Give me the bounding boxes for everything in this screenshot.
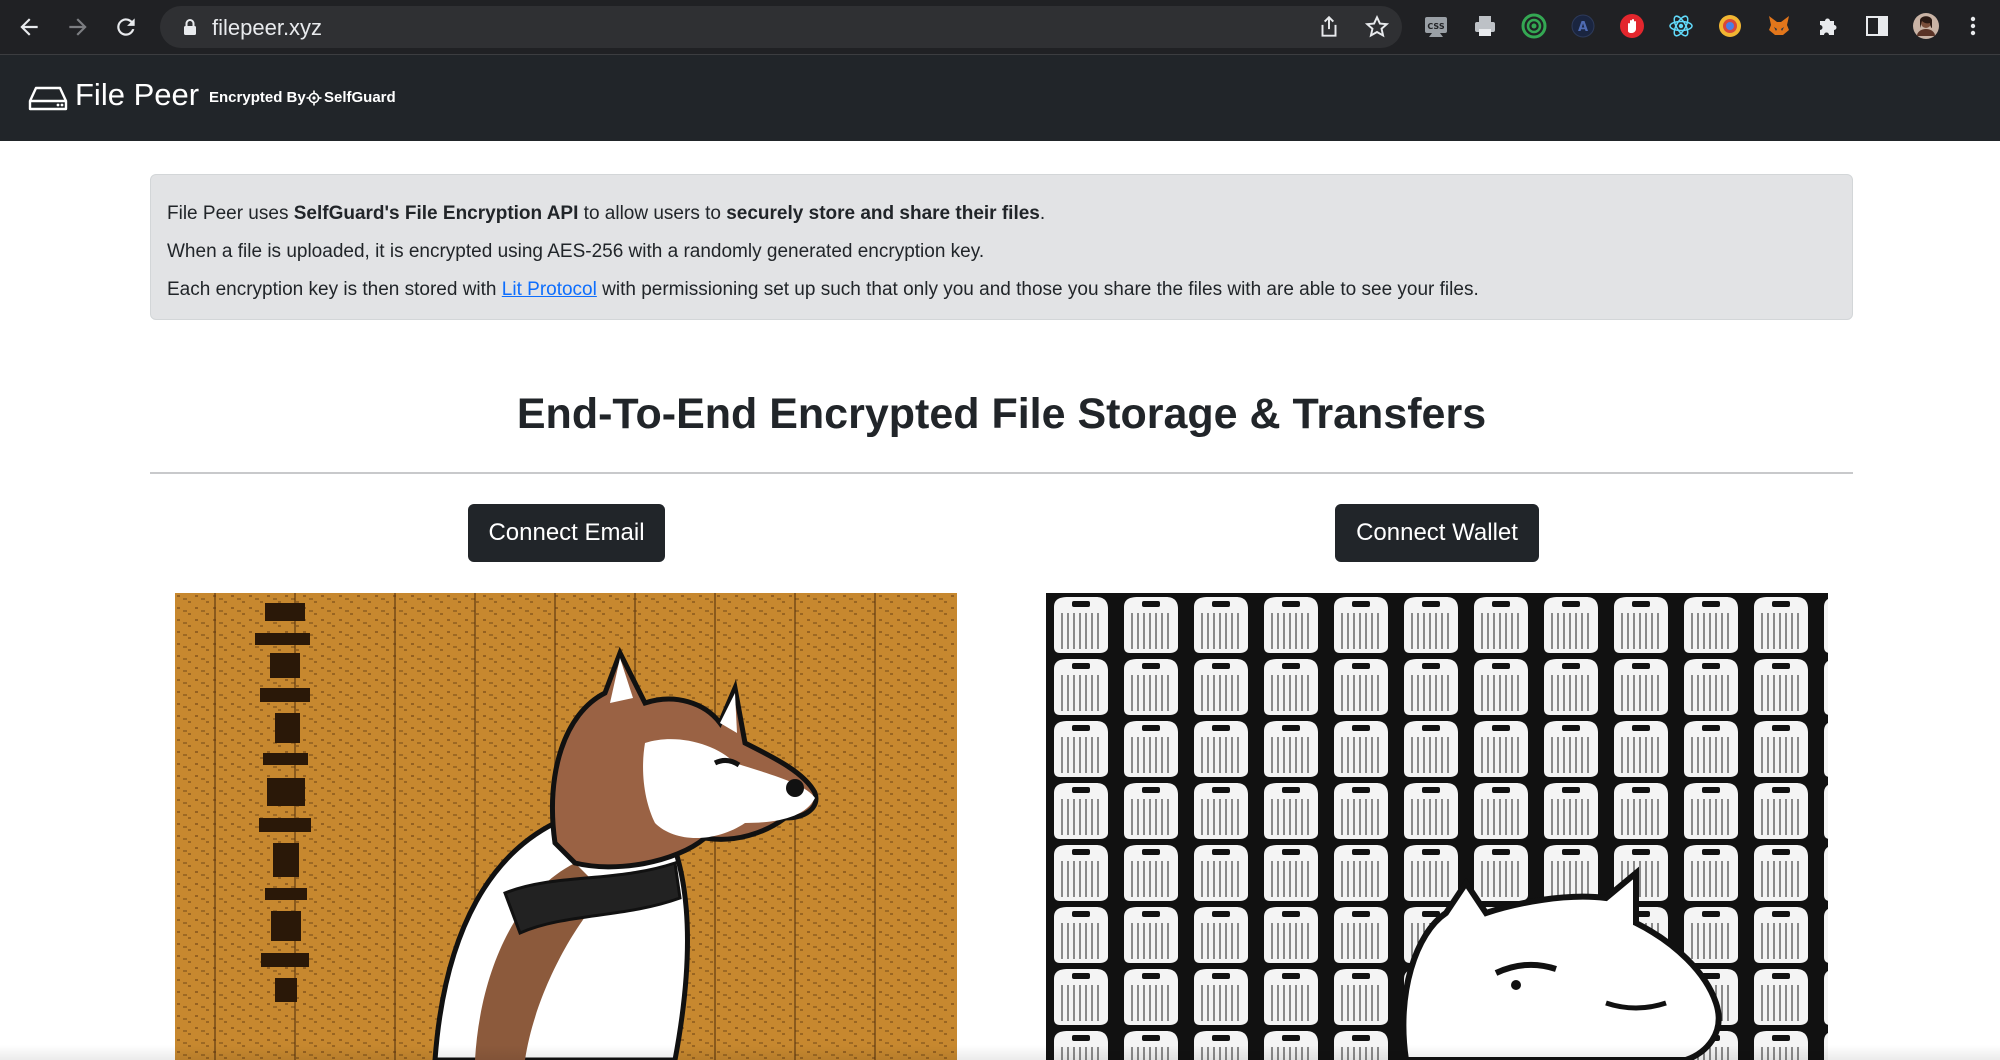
connect-wallet-button[interactable]: Connect Wallet: [1335, 504, 1539, 562]
info-line-3: Each encryption key is then stored with …: [167, 271, 1836, 309]
site-navbar: File Peer Encrypted By SelfGuard: [0, 55, 2000, 141]
connect-email-button[interactable]: Connect Email: [468, 504, 665, 562]
hard-drive-icon: [28, 86, 68, 111]
info-line-3-text-end: with permissioning set up such that only…: [596, 279, 1479, 300]
extensions-puzzle-icon[interactable]: [1813, 11, 1843, 41]
brand-name[interactable]: File Peer: [75, 77, 199, 113]
url-text[interactable]: filepeer.xyz: [212, 15, 322, 41]
info-line-1-bold-store: securely store and share their files: [726, 203, 1040, 224]
reload-icon[interactable]: [108, 9, 144, 45]
info-line-1-bold-api: SelfGuard's File Encryption API: [293, 203, 579, 224]
forward-icon[interactable]: [60, 9, 96, 45]
side-panel-icon[interactable]: [1862, 11, 1892, 41]
svg-text:CSS: CSS: [1427, 22, 1444, 31]
bookmark-star-icon[interactable]: [1364, 14, 1390, 40]
selfguard-logo-icon: [306, 90, 322, 106]
a-extension-icon[interactable]: A: [1568, 11, 1598, 41]
back-icon[interactable]: [11, 9, 47, 45]
metamask-fox-icon[interactable]: [1764, 11, 1794, 41]
info-line-3-text: Each encryption key is then stored with: [167, 279, 502, 300]
share-icon[interactable]: [1316, 14, 1342, 40]
profile-avatar-icon[interactable]: [1911, 11, 1941, 41]
svg-text:A: A: [1578, 20, 1588, 35]
css-extension-icon[interactable]: CSS: [1421, 11, 1451, 41]
divider: [150, 472, 1853, 474]
page-bottom-shadow: [0, 1045, 2000, 1060]
selfguard-name[interactable]: SelfGuard: [324, 89, 396, 106]
info-alert: File Peer uses SelfGuard's File Encrypti…: [150, 174, 1853, 320]
target-extension-icon[interactable]: [1519, 11, 1549, 41]
shiba-scroll-illustration: [175, 593, 957, 1060]
lit-protocol-link[interactable]: Lit Protocol: [502, 279, 597, 300]
react-devtools-icon[interactable]: [1666, 11, 1696, 41]
info-line-2: When a file is uploaded, it is encrypted…: [167, 241, 985, 262]
address-bar[interactable]: filepeer.xyz: [160, 6, 1402, 48]
browser-toolbar: filepeer.xyz CSS A: [0, 0, 2000, 55]
info-line-1: File Peer uses SelfGuard's File Encrypti…: [167, 195, 1836, 233]
browser-menu-icon[interactable]: [1958, 11, 1988, 41]
adblock-hand-icon[interactable]: [1617, 11, 1647, 41]
dog-lockers-illustration: [1046, 593, 1828, 1060]
info-line-1-text: File Peer uses: [167, 203, 294, 224]
info-line-1-period: .: [1039, 203, 1046, 224]
print-extension-icon[interactable]: [1470, 11, 1500, 41]
lock-icon: [184, 19, 196, 35]
info-line-1-text-mid: to allow users to: [578, 203, 727, 224]
color-picker-extension-icon[interactable]: [1715, 11, 1745, 41]
encrypted-by-label: Encrypted By: [209, 89, 306, 106]
page-title: End-To-End Encrypted File Storage & Tran…: [516, 390, 1487, 438]
